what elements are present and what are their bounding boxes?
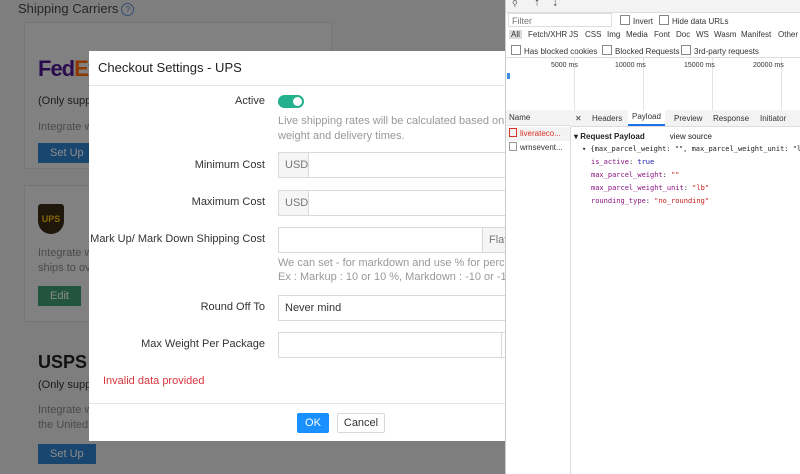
- devtools-panel: ⚲ ⭡ ⭣ Filter Invert Hide data URLs All F…: [505, 0, 800, 474]
- active-help-line-1: Live shipping rates will be calculated b…: [278, 115, 505, 127]
- close-icon[interactable]: ✕: [575, 114, 582, 123]
- checkbox-icon: [681, 45, 691, 55]
- toggle-knob: [293, 97, 302, 106]
- request-item-wmsevent[interactable]: wmsevent...: [506, 141, 570, 155]
- type-other[interactable]: Other: [778, 30, 798, 39]
- view-source-link[interactable]: view source: [670, 132, 712, 141]
- request-item-liverate[interactable]: liverateco...: [506, 127, 570, 141]
- filter-input[interactable]: Filter: [508, 13, 612, 27]
- blocked-cookies-checkbox[interactable]: Has blocked cookies: [511, 45, 597, 56]
- invert-checkbox[interactable]: Invert: [620, 15, 653, 26]
- min-cost-currency: USD: [278, 152, 309, 178]
- timeline-label: 20000 ms: [753, 62, 784, 69]
- network-timeline[interactable]: 5000 ms 10000 ms 15000 ms 20000 ms: [506, 57, 800, 111]
- timeline-label: 5000 ms: [551, 62, 578, 69]
- name-column-header[interactable]: Name: [506, 110, 570, 126]
- max-cost-currency: USD: [278, 190, 309, 216]
- tab-payload[interactable]: Payload: [628, 110, 665, 126]
- download-icon[interactable]: ⭣: [553, 0, 557, 9]
- timeline-request-bar: [507, 73, 510, 79]
- tab-response[interactable]: Response: [713, 114, 749, 123]
- active-label: Active: [235, 95, 265, 107]
- checkbox-icon: [659, 15, 669, 25]
- modal-header: Checkout Settings - UPS: [89, 51, 505, 86]
- round-off-select[interactable]: Never mind: [278, 295, 505, 321]
- request-icon: [509, 142, 517, 151]
- third-party-checkbox[interactable]: 3rd-party requests: [681, 45, 759, 56]
- type-font[interactable]: Font: [654, 30, 670, 39]
- timeline-label: 10000 ms: [615, 62, 646, 69]
- payload-summary[interactable]: ▾ {max_parcel_weight: "", max_parcel_wei…: [582, 145, 800, 153]
- request-detail-tabs: ✕ Headers Payload Preview Response Initi…: [570, 110, 800, 127]
- request-icon: [509, 128, 517, 137]
- type-ws[interactable]: WS: [696, 30, 709, 39]
- tab-headers[interactable]: Headers: [592, 114, 622, 123]
- max-weight-label: Max Weight Per Package: [141, 338, 265, 350]
- type-all[interactable]: All: [509, 30, 522, 39]
- type-js[interactable]: JS: [569, 30, 578, 39]
- min-cost-input[interactable]: [308, 152, 505, 178]
- error-message: Invalid data provided: [103, 375, 205, 387]
- type-manifest[interactable]: Manifest: [741, 30, 771, 39]
- triangle-down-icon: ▾: [582, 145, 587, 153]
- type-filter-row: All Fetch/XHR JS CSS Img Media Font Doc …: [506, 28, 800, 42]
- round-off-value: Never mind: [285, 302, 342, 314]
- hide-data-urls-checkbox[interactable]: Hide data URLs: [659, 15, 728, 26]
- active-help-line-2: weight and delivery times.: [278, 130, 405, 142]
- payload-field: max_parcel_weight: "": [591, 171, 680, 179]
- min-cost-label: Minimum Cost: [194, 159, 265, 171]
- type-media[interactable]: Media: [626, 30, 648, 39]
- tab-preview[interactable]: Preview: [674, 114, 702, 123]
- checkbox-icon: [511, 45, 521, 55]
- payload-header[interactable]: ▾ Request Payload view source: [574, 132, 800, 141]
- blocked-requests-checkbox[interactable]: Blocked Requests: [602, 45, 679, 56]
- markup-input[interactable]: [278, 227, 483, 253]
- round-off-label: Round Off To: [200, 301, 265, 313]
- markup-help-line-1: We can set - for markdown and use % for …: [278, 257, 505, 269]
- upload-icon[interactable]: ⭡: [535, 0, 539, 9]
- modal-title: Checkout Settings - UPS: [98, 60, 242, 75]
- search-icon[interactable]: ⚲: [512, 0, 518, 8]
- type-wasm[interactable]: Wasm: [714, 30, 736, 39]
- timeline-label: 15000 ms: [684, 62, 715, 69]
- payload-field: max_parcel_weight_unit: "lb": [591, 184, 710, 192]
- markup-type-select[interactable]: Flat: [482, 227, 505, 253]
- type-doc[interactable]: Doc: [676, 30, 690, 39]
- markup-help-line-2: Ex : Markup : 10 or 10 %, Markdown : -10…: [278, 271, 505, 283]
- cancel-button[interactable]: Cancel: [337, 413, 385, 433]
- tab-initiator[interactable]: Initiator: [760, 114, 786, 123]
- max-weight-input[interactable]: [278, 332, 502, 358]
- max-cost-input[interactable]: [308, 190, 505, 216]
- payload-field: rounding_type: "no_rounding": [591, 197, 710, 205]
- active-toggle[interactable]: [278, 95, 304, 108]
- payload-field: is_active: true: [591, 158, 655, 166]
- checkbox-icon: [620, 15, 630, 25]
- checkbox-icon: [602, 45, 612, 55]
- payload-section: ▾ Request Payload view source ▾ {max_parc…: [574, 132, 800, 205]
- type-img[interactable]: Img: [607, 30, 620, 39]
- max-cost-label: Maximum Cost: [191, 196, 265, 208]
- checkout-settings-modal: Checkout Settings - UPS Active Live ship…: [89, 51, 505, 441]
- devtools-toolbar: ⚲ ⭡ ⭣: [506, 0, 800, 13]
- markup-label: Mark Up/ Mark Down Shipping Cost: [90, 233, 265, 245]
- type-css[interactable]: CSS: [585, 30, 601, 39]
- payload-fields: is_active: true max_parcel_weight: "" max_…: [591, 158, 800, 205]
- type-fetch-xhr[interactable]: Fetch/XHR: [528, 30, 567, 39]
- request-list: Name liverateco... wmsevent...: [506, 110, 571, 474]
- ok-button[interactable]: OK: [297, 413, 329, 433]
- triangle-down-icon: ▾: [574, 132, 579, 141]
